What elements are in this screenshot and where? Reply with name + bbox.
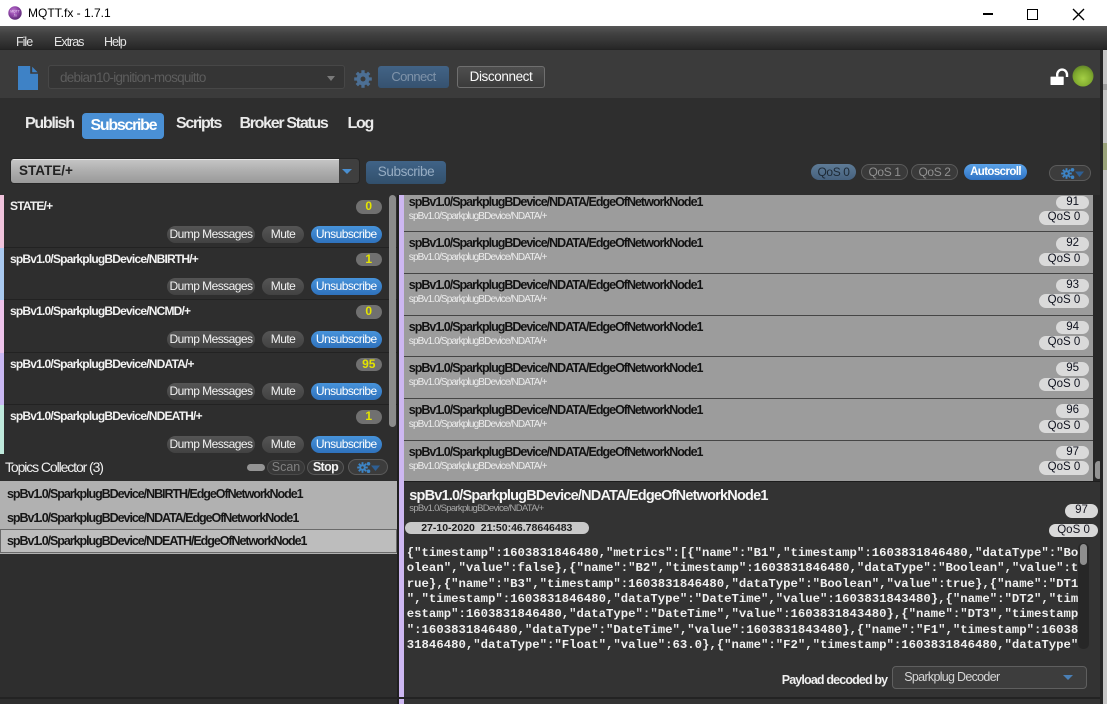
svg-text:.fx: .fx — [13, 14, 17, 18]
